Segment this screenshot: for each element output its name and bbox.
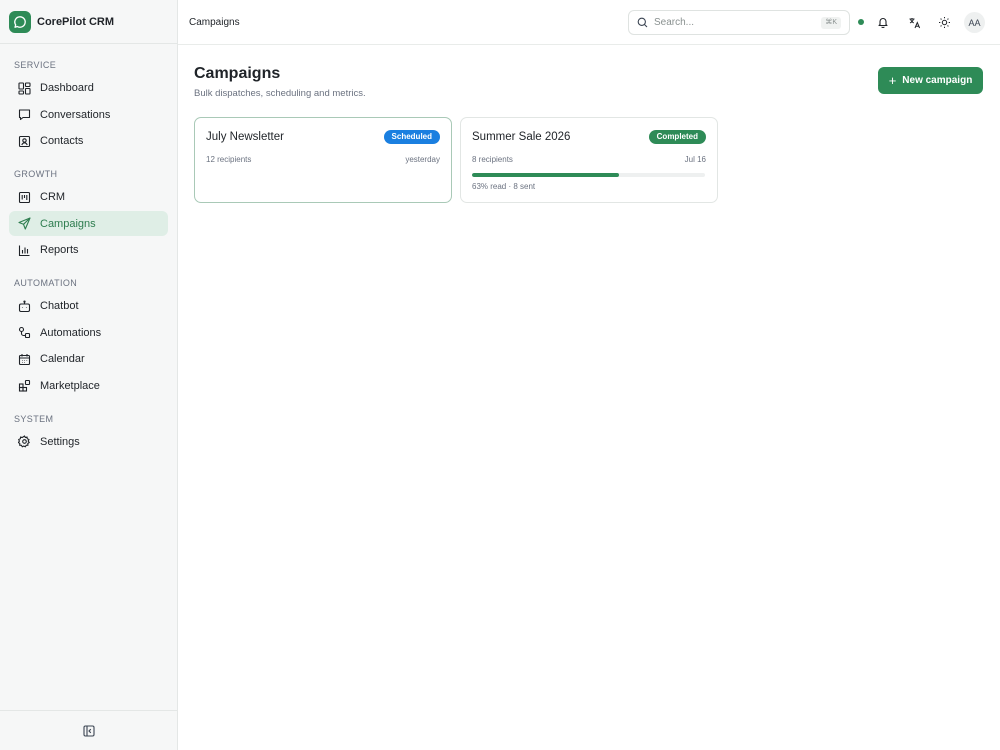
sidebar-item-label: Reports [40,244,79,256]
section-title-system: SYSTEM [14,413,54,424]
contacts-icon [17,134,31,148]
status-badge: Scheduled [383,130,440,144]
sidebar-item-calendar[interactable]: Calendar [9,347,168,372]
search-box[interactable]: ⌘K [628,10,850,35]
crm-icon [17,190,31,204]
page-title: Campaigns [194,65,281,82]
sidebar-footer [0,710,178,750]
read-progress-bar [472,173,705,177]
new-campaign-label: New campaign [902,75,973,86]
conversations-icon [17,108,31,122]
campaign-name: Summer Sale 2026 [472,131,571,143]
sidebar-nav: SERVICE Dashboard Conversations Contacts… [0,44,177,454]
page-subtitle: Bulk dispatches, scheduling and metrics. [194,88,366,99]
section-title-automation: AUTOMATION [14,278,78,288]
section-title-service: SERVICE [14,60,57,70]
avatar[interactable]: AA [964,12,985,33]
sidebar-item-marketplace[interactable]: Marketplace [9,373,168,398]
sidebar-item-label: Marketplace [40,379,100,392]
brand[interactable]: CorePilot CRM [0,0,177,44]
sidebar-item-conversations[interactable]: Conversations [9,102,168,127]
topbar: Campaigns ⌘K AA [178,0,1000,45]
sidebar-item-label: CRM [40,191,66,203]
dashboard-icon [17,81,31,95]
send-icon [17,217,31,231]
campaign-name: July Newsletter [206,131,284,143]
sidebar-item-reports[interactable]: Reports [9,238,168,263]
sidebar: CorePilot CRM SERVICE Dashboard Conversa… [0,0,178,750]
online-status-dot [858,19,864,25]
sidebar-item-label: Calendar [40,353,85,365]
sidebar-item-label: Settings [40,435,80,448]
read-progress-fill [472,173,619,177]
campaign-card[interactable]: July Newsletter Scheduled 12 recipients … [194,117,452,203]
campaign-date: Jul 16 [684,155,706,164]
sidebar-item-label: Campaigns [40,217,96,230]
campaign-recipients: 8 recipients [472,155,513,164]
sidebar-item-dashboard[interactable]: Dashboard [9,76,168,101]
chatbot-icon [17,299,31,313]
marketplace-icon [17,379,31,393]
sidebar-item-label: Automations [40,326,102,339]
new-campaign-button[interactable]: + New campaign [878,67,983,94]
sidebar-item-label: Dashboard [40,82,94,94]
search-shortcut: ⌘K [821,17,841,29]
gear-icon [17,435,31,449]
plus-icon: + [888,73,897,88]
bell-icon[interactable] [874,13,892,31]
search-input[interactable] [654,17,804,28]
breadcrumb: Campaigns [189,16,240,28]
main-content: Campaigns Bulk dispatches, scheduling an… [178,45,1000,750]
section-title-growth: GROWTH [14,169,58,179]
automations-icon [17,326,31,340]
status-badge: Completed [648,130,706,144]
sidebar-item-chatbot[interactable]: Chatbot [9,294,168,319]
chat-bubble-logo-icon [9,10,31,33]
campaign-card[interactable]: Summer Sale 2026 Completed 8 recipients … [460,117,718,203]
search-icon [637,17,648,28]
campaign-stats: 63% read · 8 sent [472,182,536,191]
translate-icon[interactable] [905,13,923,31]
sidebar-item-crm[interactable]: CRM [9,185,168,210]
sidebar-item-automations[interactable]: Automations [9,320,168,345]
sidebar-item-contacts[interactable]: Contacts [9,129,168,154]
reports-icon [17,243,31,257]
app-name: CorePilot CRM [37,15,114,28]
campaign-recipients: 12 recipients [206,155,252,164]
calendar-icon [17,352,31,366]
sidebar-item-settings[interactable]: Settings [9,429,168,454]
collapse-sidebar-icon[interactable] [83,724,95,737]
sun-icon[interactable] [935,13,953,31]
sidebar-item-label: Chatbot [40,300,79,312]
sidebar-item-label: Contacts [40,135,84,147]
campaign-date: yesterday [405,155,440,164]
sidebar-item-label: Conversations [40,108,111,121]
sidebar-item-campaigns[interactable]: Campaigns [9,211,168,236]
